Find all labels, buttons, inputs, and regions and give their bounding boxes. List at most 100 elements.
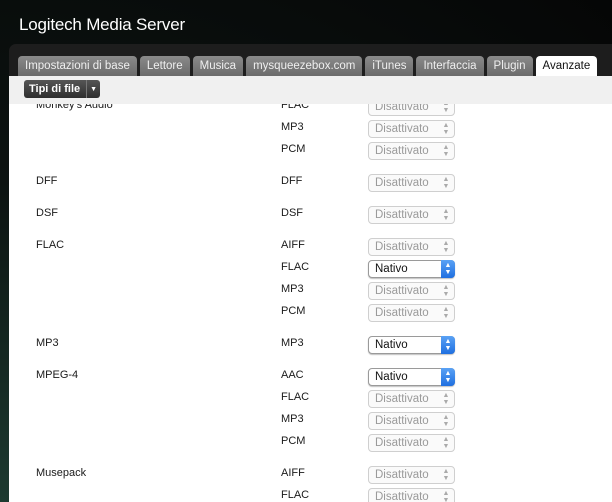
conversion-value: Disattivato xyxy=(375,469,429,481)
conversion-value: Disattivato xyxy=(375,415,429,427)
updown-arrows-icon: ▲▼ xyxy=(442,122,450,136)
table-row: FLAC AIFF Disattivato ▲ ▼ xyxy=(9,236,612,258)
updown-arrows-icon: ▲▼ xyxy=(442,468,450,482)
source-format-label: Monkey's Audio xyxy=(36,104,113,111)
table-row: MP3 Disattivato ▲ ▼ xyxy=(9,118,612,140)
source-format-label: DFF xyxy=(36,175,58,187)
table-row: PCM Disattivato ▲ ▼ xyxy=(9,302,612,324)
conversion-select[interactable]: Disattivato ▲▼ xyxy=(368,434,455,452)
file-types-menu-button[interactable]: Tipi di file ▼ xyxy=(24,80,101,98)
settings-panel: Impostazioni di base Lettore Musica mysq… xyxy=(9,44,612,502)
conversion-value: Disattivato xyxy=(375,285,429,297)
file-types-label: Tipi di file xyxy=(29,83,81,95)
updown-arrows-icon: ▲▼ xyxy=(441,368,455,386)
output-format-label: FLAC xyxy=(281,104,310,111)
tab-interfaccia[interactable]: Interfaccia xyxy=(416,56,484,76)
conversion-select[interactable]: Disattivato ▲▼ xyxy=(368,488,455,502)
table-row: FLAC Disattivato ▲ ▼ xyxy=(9,388,612,410)
updown-arrows-icon: ▲▼ xyxy=(442,490,450,502)
output-format-label: DFF xyxy=(281,175,303,187)
table-row: PCM Disattivato ▲ ▼ xyxy=(9,432,612,454)
tab-mysqueezebox[interactable]: mysqueezebox.com xyxy=(246,56,363,76)
conversion-select[interactable]: Disattivato ▲▼ xyxy=(368,304,455,322)
conversion-select[interactable]: Disattivato ▲▼ xyxy=(368,390,455,408)
output-format-label: MP3 xyxy=(281,283,304,295)
table-row: MP3 MP3 Nativo ▲ ▼ xyxy=(9,334,612,356)
conversion-value: Disattivato xyxy=(375,145,429,157)
output-format-label: PCM xyxy=(281,435,306,447)
updown-arrows-icon: ▲▼ xyxy=(442,104,450,114)
conversion-select[interactable]: Disattivato ▲▼ xyxy=(368,104,455,116)
conversion-select[interactable]: Disattivato ▲▼ xyxy=(368,282,455,300)
output-format-label: AIFF xyxy=(281,239,305,251)
table-row: Musepack AIFF Disattivato ▲ ▼ xyxy=(9,464,612,486)
tab-impostazioni-di-base[interactable]: Impostazioni di base xyxy=(18,56,137,76)
conversion-value: Disattivato xyxy=(375,209,429,221)
conversion-value: Disattivato xyxy=(375,307,429,319)
tab-musica[interactable]: Musica xyxy=(192,56,244,76)
updown-arrows-icon: ▲▼ xyxy=(441,260,455,278)
file-types-table: Monkey's Audio FLAC Disattivato ▲▼ MP3 Disatt… xyxy=(9,104,612,502)
conversion-select[interactable]: Disattivato ▲▼ xyxy=(368,174,455,192)
source-format-label: MP3 xyxy=(36,337,59,349)
conversion-value: Nativo xyxy=(375,339,408,351)
table-row: FLAC Nativo ▲ ▼ xyxy=(9,258,612,280)
conversion-select[interactable]: Disattivato ▲▼ xyxy=(368,142,455,160)
tab-avanzate[interactable]: Avanzate xyxy=(535,56,598,76)
tab-bar: Impostazioni di base Lettore Musica mysq… xyxy=(18,56,600,76)
conversion-value: Disattivato xyxy=(375,491,429,502)
conversion-value: Disattivato xyxy=(375,123,429,135)
tab-plugin[interactable]: Plugin xyxy=(486,56,533,76)
source-format-label: Musepack xyxy=(36,467,87,479)
table-row: MP3 Disattivato ▲ ▼ xyxy=(9,280,612,302)
conversion-select[interactable]: Disattivato ▲▼ xyxy=(368,466,455,484)
updown-arrows-icon: ▲▼ xyxy=(442,144,450,158)
conversion-value: Disattivato xyxy=(375,437,429,449)
sub-toolbar: Tipi di file ▼ xyxy=(9,76,612,104)
conversion-select[interactable]: Disattivato ▲▼ xyxy=(368,120,455,138)
source-format-label: MPEG-4 xyxy=(36,369,79,381)
table-row: FLAC Disattivato ▲ ▼ xyxy=(9,486,612,502)
table-row: DSF DSF Disattivato ▲ ▼ xyxy=(9,204,612,226)
output-format-label: DSF xyxy=(281,207,303,219)
app-logo: Logitech Media Server xyxy=(19,15,185,35)
conversion-value: Disattivato xyxy=(375,104,429,113)
conversion-select[interactable]: Disattivato ▲▼ xyxy=(368,238,455,256)
updown-arrows-icon: ▲▼ xyxy=(442,240,450,254)
conversion-value: Nativo xyxy=(375,371,408,383)
conversion-value: Disattivato xyxy=(375,393,429,405)
table-row: MPEG-4 AAC Nativo ▲ ▼ xyxy=(9,366,612,388)
conversion-select[interactable]: Nativo ▲ ▼ xyxy=(368,368,455,386)
brand-name: Logitech xyxy=(19,15,82,34)
output-format-label: AAC xyxy=(281,369,304,381)
updown-arrows-icon: ▲▼ xyxy=(442,284,450,298)
updown-arrows-icon: ▲▼ xyxy=(442,176,450,190)
updown-arrows-icon: ▲▼ xyxy=(442,436,450,450)
output-format-label: FLAC xyxy=(281,261,310,273)
conversion-select[interactable]: Nativo ▲ ▼ xyxy=(368,336,455,354)
output-format-label: FLAC xyxy=(281,489,310,501)
updown-arrows-icon: ▲▼ xyxy=(442,306,450,320)
conversion-value: Nativo xyxy=(375,263,408,275)
table-row: Monkey's Audio FLAC Disattivato ▲▼ xyxy=(9,104,612,118)
output-format-label: AIFF xyxy=(281,467,305,479)
output-format-label: MP3 xyxy=(281,413,304,425)
app-title: Media Server xyxy=(86,15,185,34)
output-format-label: FLAC xyxy=(281,391,310,403)
chevron-down-icon: ▼ xyxy=(86,80,100,98)
tab-itunes[interactable]: iTunes xyxy=(365,56,414,76)
conversion-value: Disattivato xyxy=(375,177,429,189)
output-format-label: PCM xyxy=(281,305,306,317)
conversion-select[interactable]: Disattivato ▲▼ xyxy=(368,412,455,430)
output-format-label: MP3 xyxy=(281,121,304,133)
updown-arrows-icon: ▲▼ xyxy=(442,392,450,406)
conversion-select[interactable]: Disattivato ▲▼ xyxy=(368,206,455,224)
updown-arrows-icon: ▲▼ xyxy=(441,336,455,354)
tab-lettore[interactable]: Lettore xyxy=(139,56,190,76)
table-row: PCM Disattivato ▲ ▼ xyxy=(9,140,612,162)
conversion-value: Disattivato xyxy=(375,241,429,253)
table-row: MP3 Disattivato ▲ ▼ xyxy=(9,410,612,432)
output-format-label: PCM xyxy=(281,143,306,155)
source-format-label: DSF xyxy=(36,207,58,219)
conversion-select[interactable]: Nativo ▲ ▼ xyxy=(368,260,455,278)
